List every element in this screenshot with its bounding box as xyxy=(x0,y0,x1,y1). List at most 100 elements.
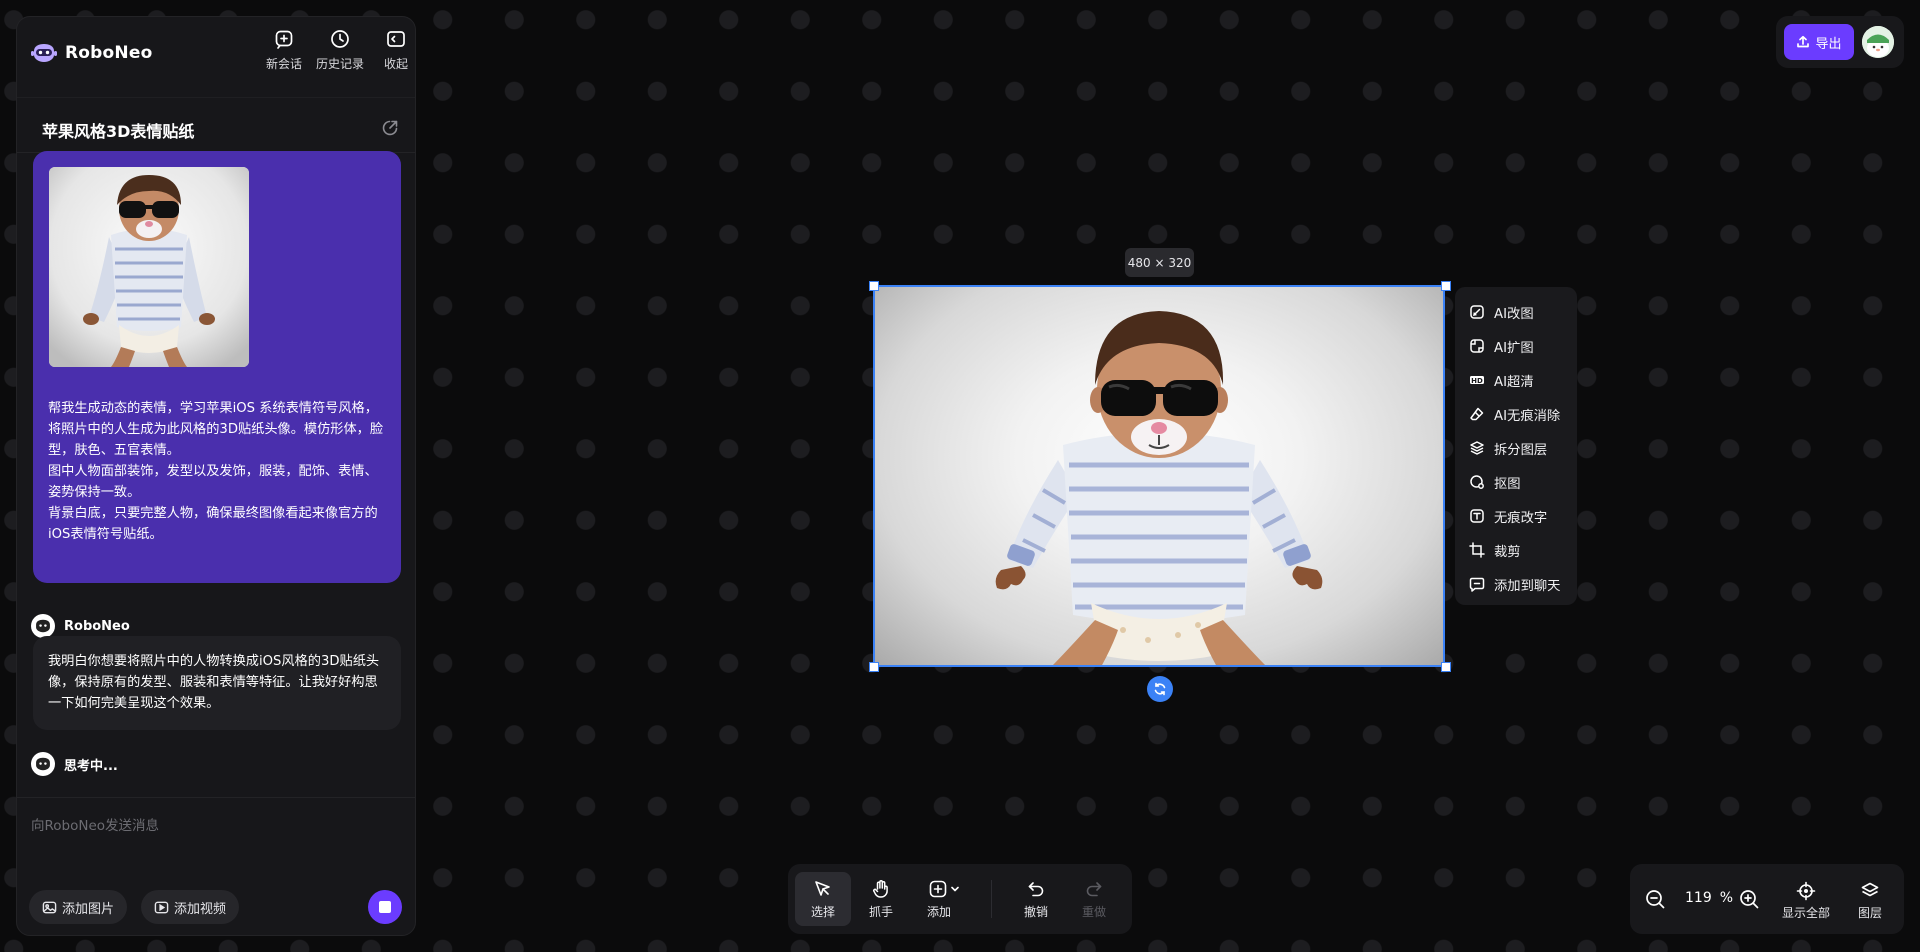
zoom-out-icon xyxy=(1644,888,1666,910)
eraser-icon xyxy=(1469,406,1485,422)
layers-button[interactable]: 图层 xyxy=(1850,881,1890,921)
fit-all-button[interactable]: 显示全部 xyxy=(1778,881,1834,921)
hand-icon xyxy=(871,879,891,899)
bot-avatar xyxy=(31,752,55,776)
history-button[interactable]: 历史记录 xyxy=(312,29,368,72)
user-uploaded-photo[interactable] xyxy=(49,167,249,367)
bot-avatar xyxy=(31,614,55,638)
ctx-ai-erase-label: AI无痕消除 xyxy=(1494,408,1561,424)
text-edit-icon xyxy=(1469,508,1485,524)
zoom-in-icon xyxy=(1738,888,1760,910)
user-message-text: 帮我生成动态的表情，学习苹果iOS 系统表情符号风格， 将照片中的人生成为此风格… xyxy=(48,401,384,542)
bot-name: RoboNeo xyxy=(64,618,130,634)
video-icon xyxy=(154,900,169,915)
thinking-indicator: 思考中... xyxy=(31,752,118,776)
rotate-icon xyxy=(1153,682,1167,696)
cutout-icon xyxy=(1469,474,1485,490)
ctx-add-to-chat[interactable]: 添加到聊天 xyxy=(1455,567,1577,601)
ctx-text-edit-label: 无痕改字 xyxy=(1494,510,1548,526)
undo-button[interactable]: 撤销 xyxy=(1008,872,1064,926)
ctx-split-layers[interactable]: 拆分图层 xyxy=(1455,431,1577,465)
stop-generation-button[interactable] xyxy=(368,890,402,924)
add-image-label: 添加图片 xyxy=(62,901,115,917)
add-video-button[interactable]: 添加视频 xyxy=(141,890,240,924)
ctx-ai-expand[interactable]: AI扩图 xyxy=(1455,329,1577,363)
layers-icon xyxy=(1860,881,1880,901)
sidebar-header: RoboNeo 新会话 历史记录 收起 xyxy=(17,17,415,97)
svg-text:HD: HD xyxy=(1471,377,1483,385)
app-logo[interactable]: RoboNeo xyxy=(31,43,152,63)
bot-header: RoboNeo xyxy=(31,614,130,638)
redo-icon xyxy=(1084,879,1104,899)
ctx-text-edit[interactable]: 无痕改字 xyxy=(1455,499,1577,533)
zoom-in-button[interactable] xyxy=(1738,888,1760,910)
zoom-value[interactable]: 119 xyxy=(1685,890,1712,906)
layers-split-icon xyxy=(1469,440,1485,456)
ctx-ai-edit[interactable]: AI改图 xyxy=(1455,295,1577,329)
user-avatar[interactable] xyxy=(1862,26,1894,58)
redo-label: 重做 xyxy=(1081,904,1106,919)
collapse-label: 收起 xyxy=(383,57,408,71)
message-composer: 添加图片 添加视频 xyxy=(17,797,415,935)
export-button[interactable]: 导出 xyxy=(1784,24,1854,60)
undo-label: 撤销 xyxy=(1023,904,1048,919)
crop-icon xyxy=(1469,542,1485,558)
hand-tool-label: 抓手 xyxy=(868,904,893,919)
add-square-icon xyxy=(928,879,948,899)
top-right-actions: 导出 xyxy=(1776,16,1904,68)
message-input[interactable] xyxy=(31,814,401,838)
toolbar-divider xyxy=(991,880,992,918)
add-tool[interactable]: 添加 xyxy=(912,872,976,926)
upload-icon xyxy=(1796,35,1810,49)
ctx-ai-expand-label: AI扩图 xyxy=(1494,340,1534,356)
hand-tool[interactable]: 抓手 xyxy=(853,872,909,926)
history-label: 历史记录 xyxy=(315,57,364,71)
cursor-icon xyxy=(813,879,833,899)
app-name: RoboNeo xyxy=(65,43,153,63)
bot-message: 我明白你想要将照片中的人物转换成iOS风格的3D贴纸头像，保持原有的发型、服装和… xyxy=(33,636,401,730)
image-dimensions-label: 480 × 320 xyxy=(1125,248,1194,277)
conversation-title: 苹果风格3D表情贴纸 xyxy=(42,122,195,141)
new-chat-button[interactable]: 新会话 xyxy=(256,29,312,72)
redo-button[interactable]: 重做 xyxy=(1066,872,1122,926)
thinking-text: 思考中... xyxy=(64,758,118,774)
chevron-down-icon xyxy=(950,884,960,894)
zoom-controls: 119 % 显示全部 图层 xyxy=(1630,864,1904,934)
conversation-title-bar: 苹果风格3D表情贴纸 xyxy=(17,97,415,153)
resize-handle-bottom-right[interactable] xyxy=(1441,662,1451,672)
ai-expand-icon xyxy=(1469,338,1485,354)
resize-handle-top-left[interactable] xyxy=(869,281,879,291)
share-icon[interactable] xyxy=(381,119,399,137)
new-chat-icon xyxy=(274,29,294,49)
canvas-toolbar: 选择 抓手 添加 撤销 重做 xyxy=(788,864,1132,934)
ctx-cutout-label: 抠图 xyxy=(1494,476,1521,492)
canvas-image[interactable] xyxy=(873,285,1445,667)
add-video-label: 添加视频 xyxy=(174,901,227,917)
bot-message-text: 我明白你想要将照片中的人物转换成iOS风格的3D贴纸头像，保持原有的发型、服装和… xyxy=(48,654,380,711)
ai-edit-icon xyxy=(1469,304,1485,320)
export-label: 导出 xyxy=(1815,36,1842,52)
select-tool-label: 选择 xyxy=(810,904,835,919)
ctx-ai-erase[interactable]: AI无痕消除 xyxy=(1455,397,1577,431)
collapse-button[interactable]: 收起 xyxy=(368,29,415,72)
crosshair-icon xyxy=(1796,881,1816,901)
ctx-add-to-chat-label: 添加到聊天 xyxy=(1494,578,1561,594)
image-icon xyxy=(42,900,57,915)
zoom-out-button[interactable] xyxy=(1644,888,1666,910)
ctx-cutout[interactable]: 抠图 xyxy=(1455,465,1577,499)
rotate-button[interactable] xyxy=(1147,676,1173,702)
roboneo-logo-icon xyxy=(31,43,57,63)
resize-handle-top-right[interactable] xyxy=(1441,281,1451,291)
resize-handle-bottom-left[interactable] xyxy=(869,662,879,672)
ctx-split-layers-label: 拆分图层 xyxy=(1494,442,1548,458)
new-chat-label: 新会话 xyxy=(265,57,302,71)
stop-icon xyxy=(379,901,391,913)
add-image-button[interactable]: 添加图片 xyxy=(29,890,128,924)
select-tool[interactable]: 选择 xyxy=(795,872,851,926)
ctx-crop[interactable]: 裁剪 xyxy=(1455,533,1577,567)
zoom-readout: 119 % xyxy=(1685,890,1733,906)
layers-label: 图层 xyxy=(1857,906,1882,920)
collapse-panel-icon xyxy=(386,29,406,49)
ctx-ai-hd[interactable]: HD AI超清 xyxy=(1455,363,1577,397)
clock-icon xyxy=(330,29,350,49)
